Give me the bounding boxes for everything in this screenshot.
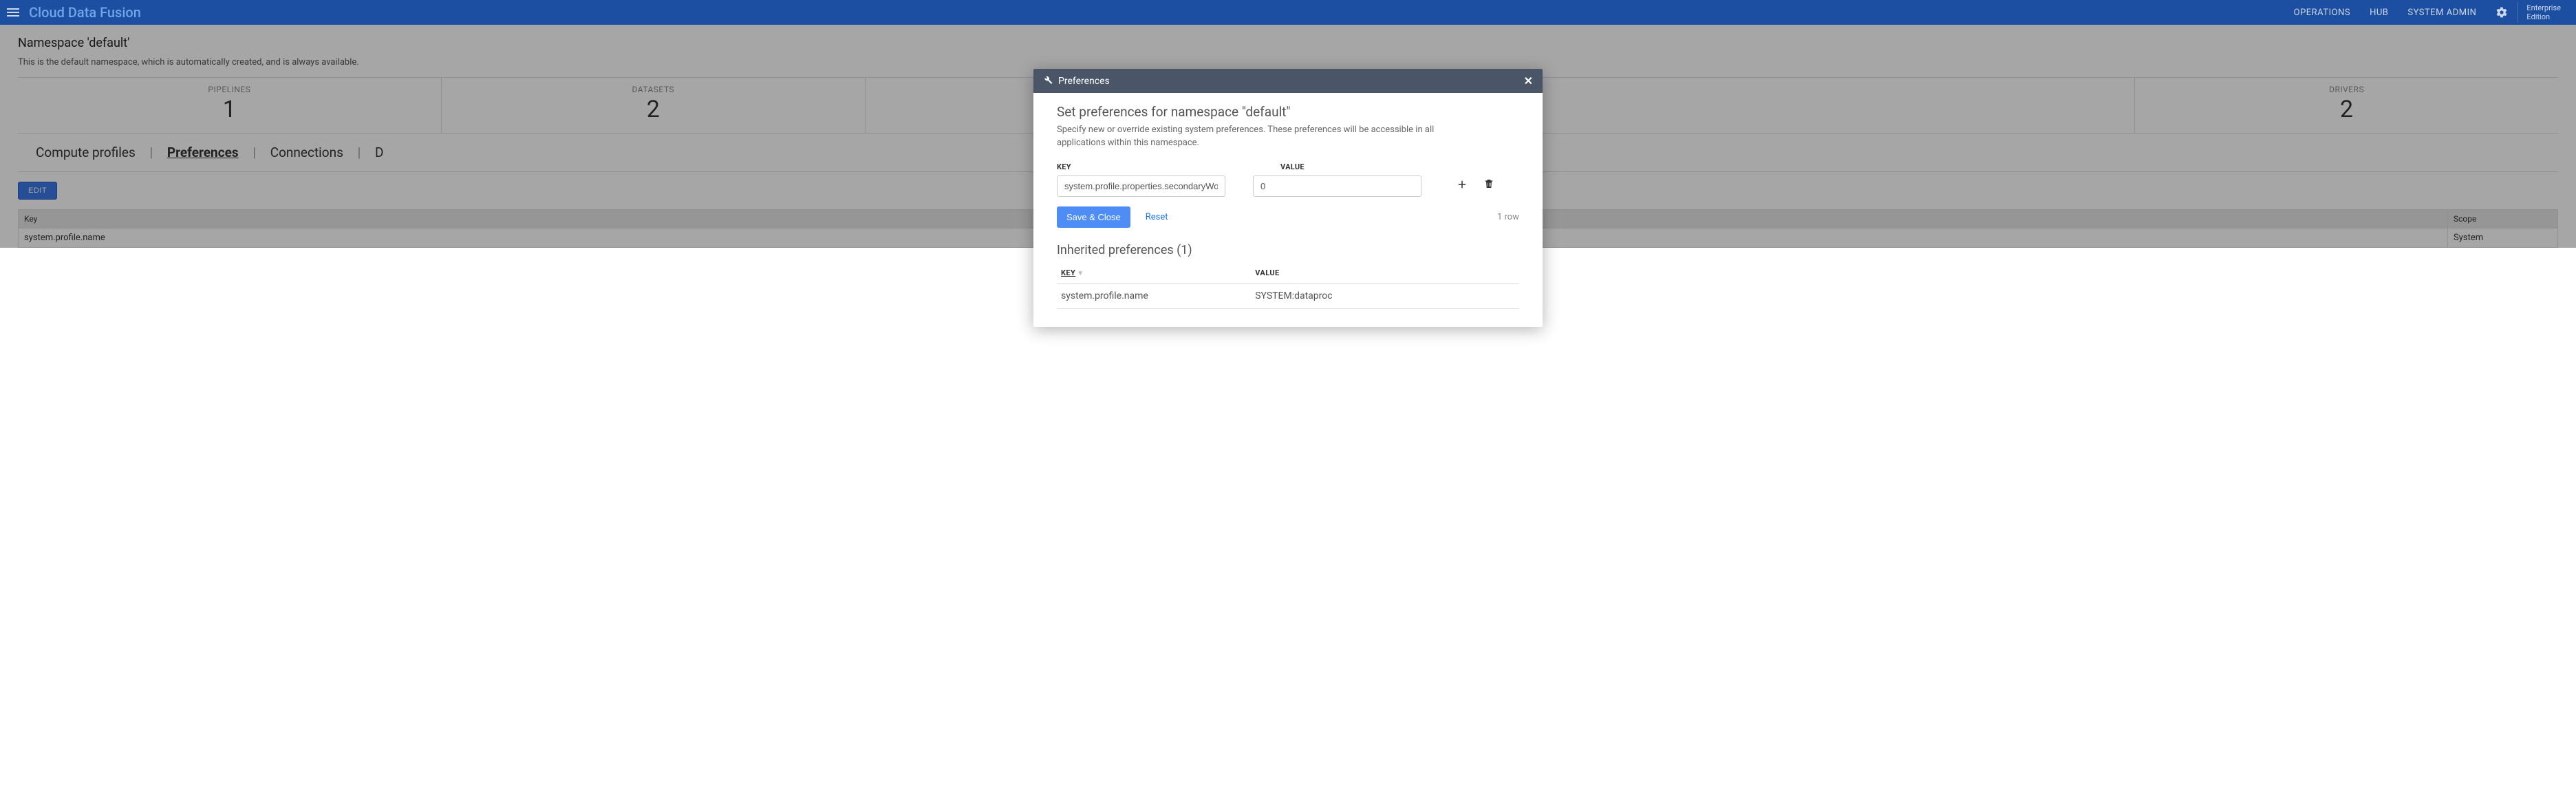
key-input[interactable] [1057, 176, 1225, 197]
preferences-modal: Preferences ✕ Set preferences for namesp… [1033, 69, 1543, 327]
value-column-label: VALUE [1280, 162, 1449, 171]
menu-icon[interactable] [7, 6, 19, 19]
modal-title: Set preferences for namespace "default" [1057, 104, 1519, 120]
nav-system-admin[interactable]: SYSTEM ADMIN [2398, 8, 2486, 18]
save-close-button[interactable]: Save & Close [1057, 206, 1130, 228]
modal-description: Specify new or override existing system … [1057, 124, 1483, 150]
add-row-icon[interactable] [1456, 178, 1468, 193]
inh-key-header[interactable]: KEY▼ [1057, 263, 1251, 284]
inherited-title: Inherited preferences (1) [1057, 243, 1519, 257]
row-count-label: 1 row [1497, 212, 1519, 222]
brand-title: Cloud Data Fusion [29, 4, 141, 21]
wrench-icon [1043, 75, 1053, 87]
table-row: system.profile.name SYSTEM:dataproc [1057, 283, 1519, 308]
edition-line1: Enterprise [2526, 3, 2561, 12]
edition-line2: Edition [2526, 12, 2561, 21]
nav-operations[interactable]: OPERATIONS [2284, 8, 2360, 18]
inh-value-cell: SYSTEM:dataproc [1251, 283, 1519, 308]
inh-key-cell: system.profile.name [1057, 283, 1251, 308]
sort-desc-icon: ▼ [1077, 270, 1084, 277]
edition-badge: Enterprise Edition [2518, 2, 2569, 23]
close-icon[interactable]: ✕ [1524, 74, 1533, 87]
reset-link[interactable]: Reset [1146, 212, 1168, 222]
modal-header: Preferences ✕ [1033, 69, 1543, 93]
topbar: Cloud Data Fusion OPERATIONS HUB SYSTEM … [0, 0, 2576, 25]
settings-icon[interactable] [2486, 6, 2518, 19]
modal-overlay: Preferences ✕ Set preferences for namesp… [0, 25, 2576, 248]
modal-body: Set preferences for namespace "default" … [1033, 93, 1543, 327]
delete-row-icon[interactable] [1483, 178, 1494, 193]
inherited-table: KEY▼ VALUE system.profile.name SYSTEM:da… [1057, 263, 1519, 309]
modal-header-title: Preferences [1058, 76, 1110, 87]
key-column-label: KEY [1057, 162, 1225, 171]
kv-row [1057, 176, 1519, 197]
modal-actions: Save & Close Reset 1 row [1057, 206, 1519, 228]
value-input[interactable] [1253, 176, 1421, 197]
nav-hub[interactable]: HUB [2360, 8, 2398, 18]
inh-value-header[interactable]: VALUE [1251, 263, 1519, 284]
